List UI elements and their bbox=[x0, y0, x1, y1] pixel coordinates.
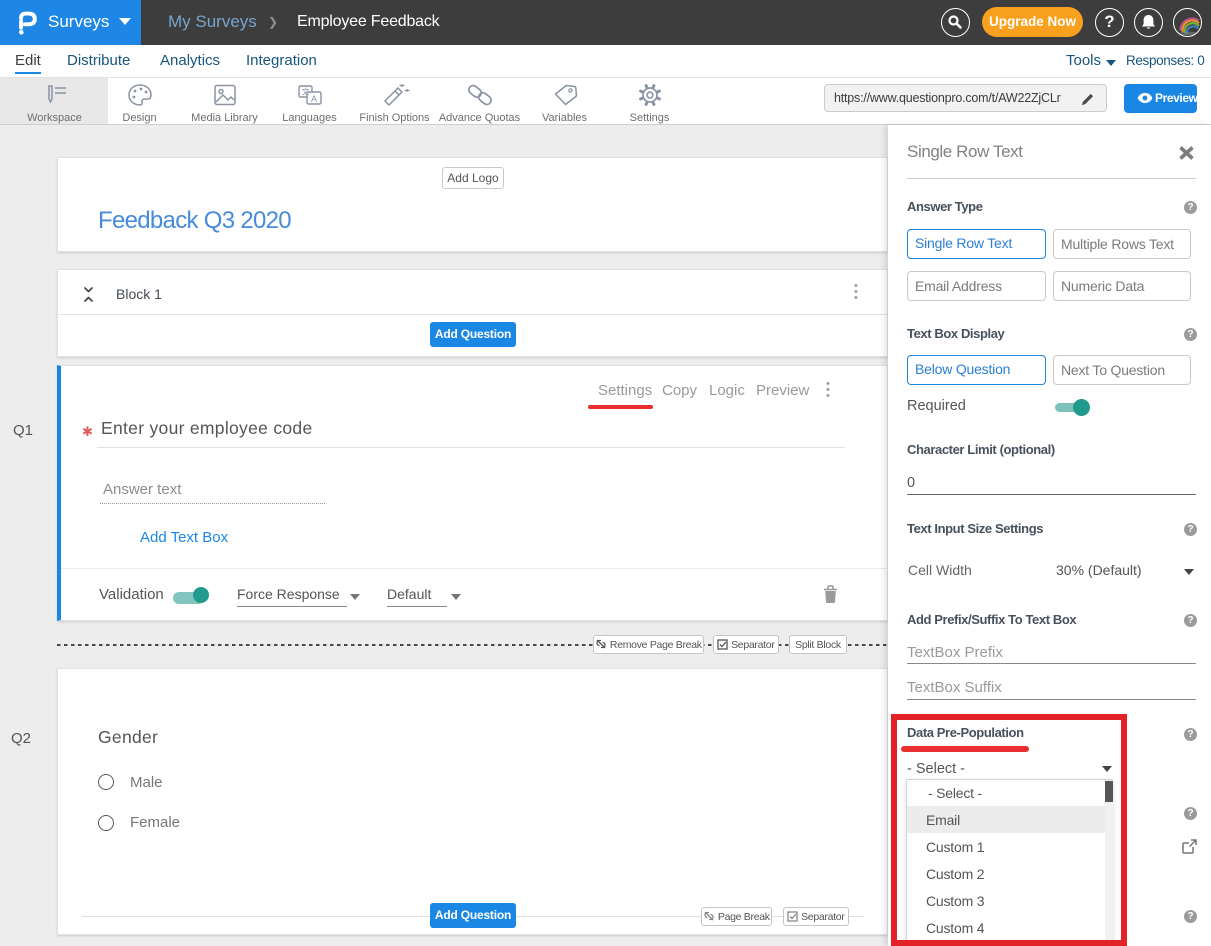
svg-text:文: 文 bbox=[301, 87, 309, 97]
svg-text:A: A bbox=[310, 94, 316, 104]
